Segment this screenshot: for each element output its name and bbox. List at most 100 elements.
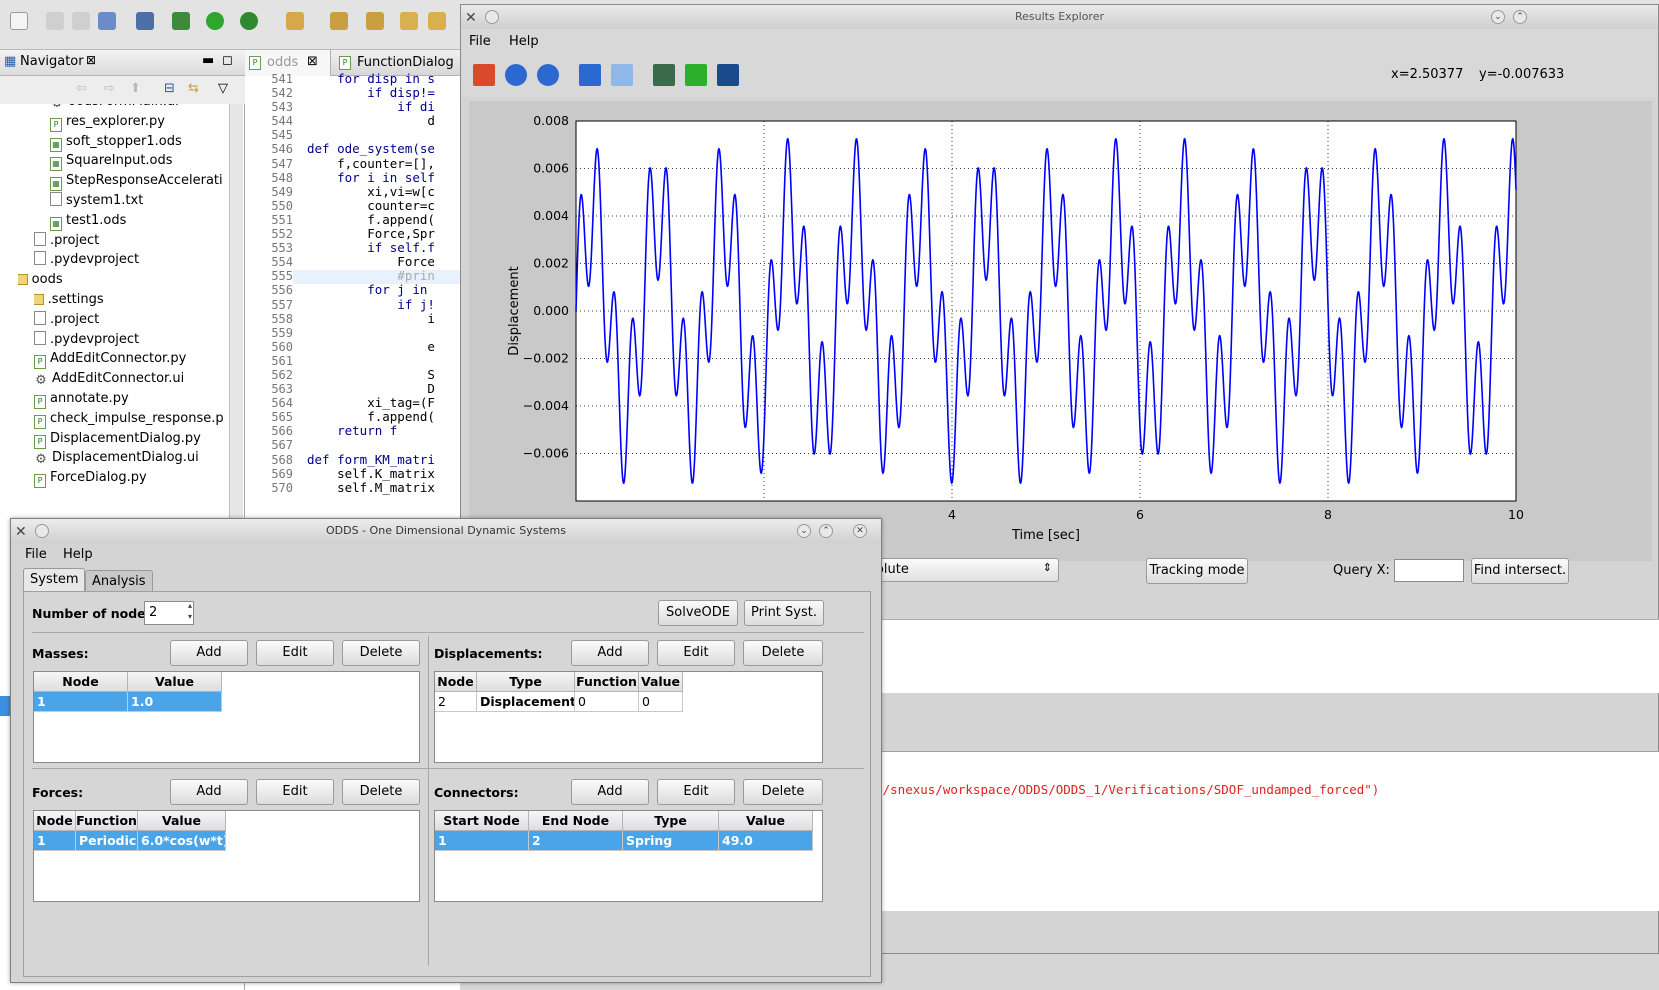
tab-system[interactable]: System [23, 568, 86, 593]
configure-icon[interactable] [653, 64, 675, 86]
edit-mass-button[interactable]: Edit [256, 640, 334, 666]
add-mass-button[interactable]: Add [170, 640, 248, 666]
close-icon[interactable]: ⊠ [307, 54, 318, 69]
add-force-button[interactable]: Add [170, 779, 248, 805]
table-cell[interactable]: 1 [34, 831, 76, 851]
edit-icon[interactable] [286, 12, 304, 30]
masses-table[interactable]: Node Value 1 1.0 [33, 671, 420, 763]
column-header[interactable]: Value [639, 672, 683, 692]
prev-annotation-icon[interactable] [366, 12, 384, 30]
maximize-icon[interactable]: ⌃ [1513, 10, 1527, 24]
column-header[interactable]: Node [34, 811, 76, 831]
last-edit-icon[interactable] [400, 12, 418, 30]
code-line[interactable]: e [307, 339, 435, 354]
menu-help[interactable]: Help [509, 34, 539, 49]
tree-item[interactable]: ▹ .settings [34, 290, 104, 310]
tree-item[interactable]: .pydevproject [34, 330, 139, 350]
displacements-table[interactable]: Node Type Function Value 2 Displacement … [434, 671, 823, 763]
collapse-all-icon[interactable]: ⊟ [164, 81, 175, 96]
tree-item[interactable]: ⚙ DisplacementDialog.ui [34, 448, 199, 468]
tree-item[interactable]: .pydevproject [34, 250, 139, 270]
tree-item[interactable]: ▦ SquareInput.ods [50, 151, 173, 172]
column-header[interactable]: Function [575, 672, 639, 692]
table-cell[interactable]: 49.0 [719, 831, 813, 851]
column-header[interactable]: Start Node [435, 811, 529, 831]
tree-item[interactable]: .project [34, 231, 99, 251]
column-header[interactable]: Function [76, 811, 138, 831]
spin-down-icon[interactable]: ▾ [188, 612, 192, 621]
column-header[interactable]: Node [435, 672, 477, 692]
column-header[interactable]: End Node [529, 811, 623, 831]
code-line[interactable]: self.M_matrix [307, 480, 435, 495]
view-menu-icon[interactable]: ▽ [218, 81, 228, 96]
home-icon[interactable] [473, 64, 495, 86]
print-icon[interactable] [98, 12, 116, 30]
tree-item[interactable]: ⚙ oodsFormMain.ui [50, 104, 179, 112]
solveode-button[interactable]: SolveODE [658, 600, 738, 626]
code-line[interactable]: Force [307, 255, 435, 269]
menu-icon[interactable] [485, 10, 499, 24]
code-line[interactable] [307, 354, 435, 368]
table-cell[interactable]: 2 [435, 692, 477, 712]
navigator-tab[interactable]: ▦ Navigator ⊠ ▬ ◻ [0, 50, 245, 76]
code-line[interactable]: return f [307, 424, 435, 438]
pan-icon[interactable] [579, 64, 601, 86]
code-text[interactable]: for disp in s if disp!= if di d def ode_s… [307, 71, 435, 495]
tree-item[interactable]: P AddEditConnector.py [34, 349, 186, 370]
code-line[interactable] [307, 326, 435, 340]
code-line[interactable]: for i in self [307, 170, 435, 185]
add-displacement-button[interactable]: Add [571, 640, 649, 666]
code-line[interactable]: f.append( [307, 212, 435, 227]
new-icon[interactable] [10, 12, 28, 30]
delete-connector-button[interactable]: Delete [743, 779, 823, 805]
code-line[interactable]: #prin [307, 269, 435, 283]
column-header[interactable]: Value [719, 811, 813, 831]
plot-canvas[interactable]: 0.008 0.006 0.004 0.002 0.000 −0.002 −0.004 −0.… [469, 101, 1652, 561]
save-icon[interactable] [717, 64, 739, 86]
forward-icon[interactable]: ⇨ [104, 81, 115, 96]
column-header[interactable]: Value [128, 672, 222, 692]
find-intersect-button[interactable]: Find intersect. [1471, 558, 1569, 584]
close-icon[interactable]: ⊠ [86, 53, 96, 67]
table-cell[interactable]: 1.0 [128, 692, 222, 712]
link-editor-icon[interactable]: ⇆ [188, 81, 199, 96]
tree-item[interactable]: ▦ StepResponseAccelerati [50, 171, 223, 192]
menu-help[interactable]: Help [63, 547, 93, 562]
column-header[interactable]: Type [477, 672, 575, 692]
table-cell[interactable]: Displacement [477, 692, 575, 712]
print-system-button[interactable]: Print Syst. [744, 600, 824, 626]
table-cell[interactable]: 6.0*cos(w*t) [138, 831, 226, 851]
tree-item[interactable]: .project [34, 310, 99, 330]
zoom-icon[interactable] [611, 64, 633, 86]
code-line[interactable] [307, 438, 435, 452]
table-cell[interactable]: Spring [623, 831, 719, 851]
spin-up-icon[interactable]: ▴ [188, 601, 192, 610]
run-external-icon[interactable] [240, 12, 258, 30]
column-header[interactable]: Type [623, 811, 719, 831]
code-line[interactable]: if self.f [307, 241, 435, 255]
code-line[interactable]: counter=c [307, 198, 435, 213]
edit-force-button[interactable]: Edit [256, 779, 334, 805]
table-cell[interactable]: Periodic [76, 831, 138, 851]
code-line[interactable]: def form_KM_matri [307, 452, 435, 467]
tree-item[interactable]: ▦ soft_stopper1.ods [50, 132, 182, 152]
build-icon[interactable] [136, 12, 154, 30]
tracking-mode-button[interactable]: Tracking mode [1146, 558, 1248, 584]
tree-item[interactable]: system1.txt [50, 191, 143, 211]
column-header[interactable]: Node [34, 672, 128, 692]
code-line[interactable]: xi_tag=(F [307, 396, 435, 410]
run-icon[interactable] [206, 12, 224, 30]
save-all-icon[interactable] [72, 12, 90, 30]
column-header[interactable]: Value [138, 811, 226, 831]
edit-displacement-button[interactable]: Edit [657, 640, 735, 666]
delete-force-button[interactable]: Delete [342, 779, 420, 805]
maximize-icon[interactable]: ⌃ [819, 524, 833, 538]
debug-icon[interactable] [172, 12, 190, 30]
code-line[interactable]: def ode_system(se [307, 142, 435, 156]
table-cell[interactable]: 1 [34, 692, 128, 712]
tree-item[interactable]: Pannotate.py [34, 389, 129, 409]
nodes-spinbox[interactable]: 2 ▴ ▾ [144, 601, 194, 625]
back-icon[interactable]: ⇦ [76, 81, 87, 96]
code-line[interactable]: D [307, 381, 435, 396]
delete-displacement-button[interactable]: Delete [743, 640, 823, 666]
